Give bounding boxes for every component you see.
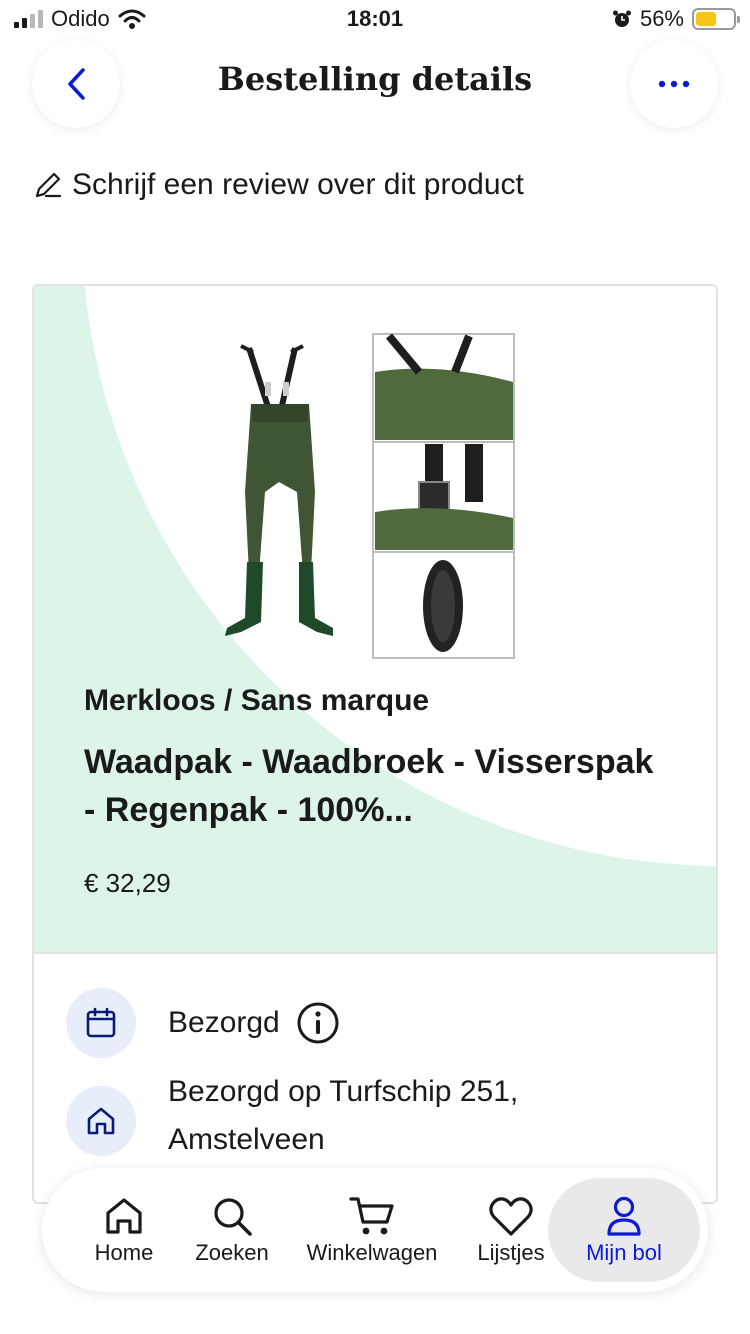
nav-search[interactable]: Zoeken	[182, 1168, 282, 1292]
divider	[34, 952, 716, 954]
nav-my-bol[interactable]: Mijn bol	[562, 1168, 686, 1292]
delivery-status: Bezorgd	[168, 1006, 280, 1039]
home-icon-wrap	[66, 1086, 136, 1156]
info-icon[interactable]	[296, 1001, 340, 1045]
battery-percent: 56%	[639, 6, 684, 31]
nav-lists[interactable]: Lijstjes	[466, 1168, 556, 1292]
nav-cart-label: Winkelwagen	[306, 1240, 438, 1265]
heart-icon	[489, 1197, 533, 1236]
product-brand[interactable]: Merkloos / Sans marque	[84, 684, 429, 718]
delivery-address-row: Bezorgd op Turfschip 251, Amstelveen	[66, 1068, 588, 1164]
write-review-label: Schrijf een review over dit product	[72, 168, 524, 201]
order-product-card[interactable]: Merkloos / Sans marque Waadpak - Waadbro…	[32, 284, 718, 1204]
delivery-status-row: Bezorgd	[66, 988, 340, 1058]
ellipsis-icon	[658, 80, 690, 88]
home-icon	[106, 1198, 142, 1234]
search-icon	[214, 1198, 252, 1236]
delivery-address: Bezorgd op Turfschip 251, Amstelveen	[168, 1075, 519, 1156]
status-bar: Odido 18:01 56%	[0, 0, 750, 40]
product-title[interactable]: Waadpak - Waadbroek - Visserspak - Regen…	[84, 738, 674, 834]
battery-icon	[692, 8, 740, 30]
alarm-icon	[612, 10, 631, 27]
pencil-icon	[35, 172, 62, 198]
more-options-button[interactable]	[630, 40, 718, 128]
nav-search-label: Zoeken	[195, 1240, 269, 1265]
cart-icon	[349, 1197, 394, 1235]
nav-my-bol-label: Mijn bol	[586, 1240, 662, 1265]
bottom-navigation: Home Zoeken Winkelwagen Lijstjes Mijn bo…	[42, 1168, 708, 1292]
nav-lists-label: Lijstjes	[477, 1240, 545, 1265]
user-icon	[607, 1196, 641, 1236]
back-button[interactable]	[32, 40, 120, 128]
page-title: Bestelling details	[217, 60, 533, 98]
home-icon	[87, 1107, 115, 1135]
product-image[interactable]	[219, 332, 524, 662]
calendar-icon-wrap	[66, 988, 136, 1058]
write-review-link[interactable]: Schrijf een review over dit product	[32, 168, 524, 202]
chevron-left-icon	[68, 68, 85, 100]
calendar-icon	[86, 1007, 116, 1038]
product-section: Merkloos / Sans marque Waadpak - Waadbro…	[34, 286, 716, 952]
nav-home[interactable]: Home	[78, 1168, 170, 1292]
nav-home-label: Home	[94, 1240, 154, 1265]
product-price: € 32,29	[84, 868, 171, 898]
nav-cart[interactable]: Winkelwagen	[294, 1168, 450, 1292]
